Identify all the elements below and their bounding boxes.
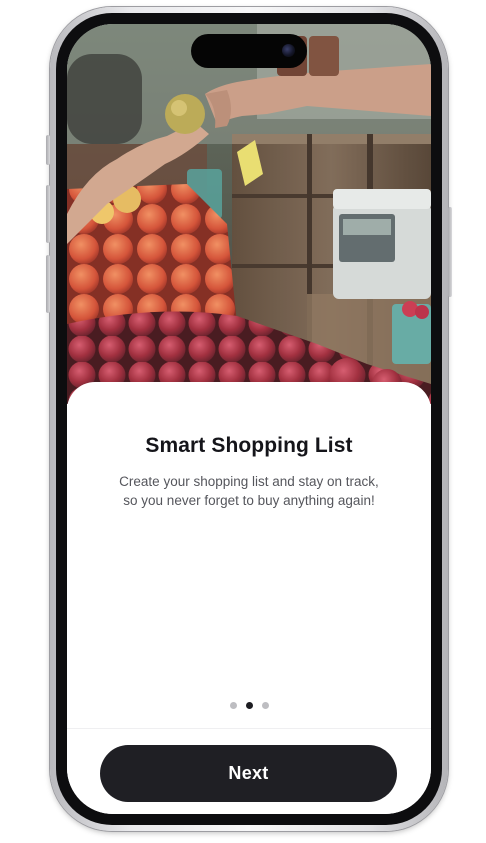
action-button — [46, 135, 50, 165]
onboarding-description: Create your shopping list and stay on tr… — [119, 474, 379, 508]
volume-up-button — [46, 185, 50, 243]
divider — [67, 728, 431, 729]
dynamic-island — [191, 34, 307, 68]
front-camera-icon — [282, 44, 295, 57]
phone-frame: Smart Shopping List Create your shopping… — [46, 7, 452, 831]
volume-down-button — [46, 255, 50, 313]
page-dot-3[interactable] — [261, 702, 269, 709]
power-button — [448, 207, 452, 297]
page-dot-2-active[interactable] — [245, 702, 253, 709]
page-dot-1[interactable] — [229, 702, 237, 709]
onboarding-title: Smart Shopping List — [145, 434, 353, 457]
onboarding-card: Smart Shopping List Create your shopping… — [67, 382, 431, 814]
market-hero-image — [67, 24, 431, 404]
next-button[interactable]: Next — [100, 745, 397, 802]
page-indicator — [67, 702, 431, 709]
app-screen: Smart Shopping List Create your shopping… — [67, 24, 431, 814]
